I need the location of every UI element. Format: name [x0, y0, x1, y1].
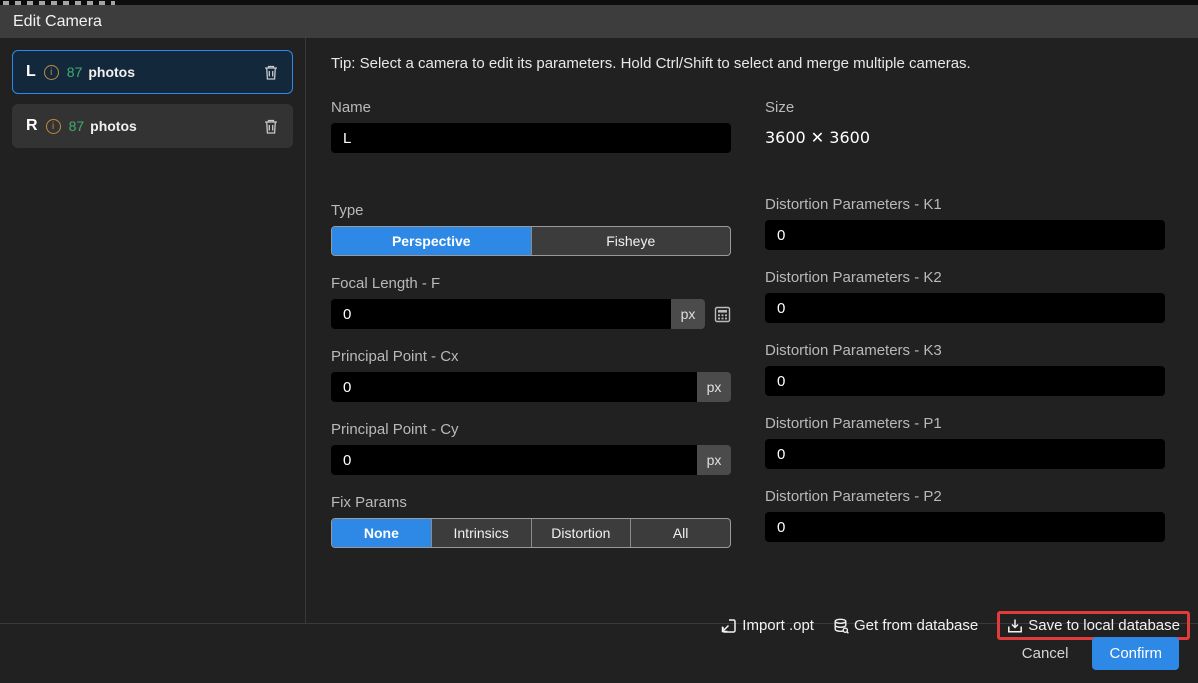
camera-item-R[interactable]: R i 87 photos [12, 104, 293, 148]
calculator-icon [714, 306, 731, 323]
fix-params-label: Fix Params [331, 494, 731, 513]
camera-name: L [26, 63, 36, 81]
distortion-k3-field-group: Distortion Parameters - K3 [765, 342, 1165, 396]
save-to-local-database-label: Save to local database [1028, 617, 1180, 634]
clipped-window-title [0, 0, 1198, 5]
focal-length-field-group: Focal Length - F px [331, 275, 731, 329]
distortion-p2-field-group: Distortion Parameters - P2 [765, 488, 1165, 542]
distortion-p1-label: Distortion Parameters - P1 [765, 415, 1165, 434]
fix-params-option-none[interactable]: None [332, 519, 432, 547]
dialog-header: Edit Camera [0, 5, 1198, 38]
clipped-text-fragment [3, 1, 115, 5]
camera-list-sidebar: L i 87 photos R i 87 photos [0, 38, 306, 623]
get-from-database-label: Get from database [854, 617, 978, 634]
fix-params-option-all[interactable]: All [631, 519, 730, 547]
distortion-p2-input[interactable] [765, 512, 1165, 542]
principal-point-cy-input[interactable] [331, 445, 697, 475]
photo-count-unit: photos [90, 118, 137, 134]
name-input[interactable] [331, 123, 731, 153]
focal-length-input[interactable] [331, 299, 671, 329]
principal-point-cy-field-group: Principal Point - Cy px [331, 421, 731, 475]
px-unit-suffix: px [697, 445, 731, 475]
delete-camera-button[interactable] [263, 118, 279, 135]
edit-camera-dialog: Edit Camera L i 87 photos R i 87 photos [0, 0, 1198, 683]
database-search-icon [833, 618, 849, 634]
type-segmented-control: Perspective Fisheye [331, 226, 731, 256]
distortion-k2-label: Distortion Parameters - K2 [765, 269, 1165, 288]
distortion-p1-field-group: Distortion Parameters - P1 [765, 415, 1165, 469]
camera-name: R [26, 117, 38, 135]
size-label: Size [765, 99, 1165, 118]
distortion-k1-field-group: Distortion Parameters - K1 [765, 196, 1165, 250]
name-label: Name [331, 99, 731, 118]
principal-point-cx-input[interactable] [331, 372, 697, 402]
cancel-button[interactable]: Cancel [1022, 645, 1069, 662]
right-column: Size 3600 ✕ 3600 Distortion Parameters -… [765, 99, 1165, 567]
dialog-body: L i 87 photos R i 87 photos [0, 38, 1198, 623]
type-option-fisheye[interactable]: Fisheye [532, 227, 731, 255]
px-unit-suffix: px [671, 299, 705, 329]
database-actions-row: Import .opt Get from database [331, 611, 1190, 640]
camera-item-L[interactable]: L i 87 photos [12, 50, 293, 94]
photo-count: 87 [67, 64, 83, 80]
principal-point-cx-label: Principal Point - Cx [331, 348, 731, 367]
distortion-p2-label: Distortion Parameters - P2 [765, 488, 1165, 507]
fix-params-segmented-control: None Intrinsics Distortion All [331, 518, 731, 548]
dialog-title: Edit Camera [13, 13, 102, 31]
type-field-group: Type Perspective Fisheye [331, 202, 731, 256]
fix-params-field-group: Fix Params None Intrinsics Distortion Al… [331, 494, 731, 548]
info-circle-icon: i [44, 65, 59, 80]
save-to-local-database-button[interactable]: Save to local database [1007, 617, 1180, 634]
type-label: Type [331, 202, 731, 221]
distortion-k1-label: Distortion Parameters - K1 [765, 196, 1165, 215]
trash-icon [263, 64, 279, 81]
px-unit-suffix: px [697, 372, 731, 402]
focal-length-calculator-button[interactable] [714, 306, 731, 323]
save-download-icon [1007, 618, 1023, 634]
confirm-button[interactable]: Confirm [1092, 637, 1179, 670]
size-field-group: Size 3600 ✕ 3600 [765, 99, 1165, 147]
distortion-p1-input[interactable] [765, 439, 1165, 469]
parameters-form: Name Type Perspective Fisheye Focal [331, 99, 1165, 567]
tip-text: Tip: Select a camera to edit its paramet… [331, 55, 1165, 72]
principal-point-cy-label: Principal Point - Cy [331, 421, 731, 440]
delete-camera-button[interactable] [263, 64, 279, 81]
get-from-database-button[interactable]: Get from database [833, 617, 978, 634]
name-field-group: Name [331, 99, 731, 153]
distortion-k2-field-group: Distortion Parameters - K2 [765, 269, 1165, 323]
principal-point-cx-field-group: Principal Point - Cx px [331, 348, 731, 402]
size-value: 3600 ✕ 3600 [765, 128, 1165, 147]
distortion-k3-label: Distortion Parameters - K3 [765, 342, 1165, 361]
distortion-k3-input[interactable] [765, 366, 1165, 396]
highlight-annotation-box: Save to local database [997, 611, 1190, 640]
photo-count: 87 [69, 118, 85, 134]
distortion-k1-input[interactable] [765, 220, 1165, 250]
camera-parameters-panel: Tip: Select a camera to edit its paramet… [306, 38, 1198, 623]
photo-count-unit: photos [88, 64, 135, 80]
left-column: Name Type Perspective Fisheye Focal [331, 99, 731, 567]
distortion-k2-input[interactable] [765, 293, 1165, 323]
import-opt-button[interactable]: Import .opt [720, 617, 814, 634]
focal-length-label: Focal Length - F [331, 275, 731, 294]
import-icon [720, 618, 737, 634]
trash-icon [263, 118, 279, 135]
import-opt-label: Import .opt [742, 617, 814, 634]
fix-params-option-intrinsics[interactable]: Intrinsics [432, 519, 532, 547]
fix-params-option-distortion[interactable]: Distortion [532, 519, 632, 547]
type-option-perspective[interactable]: Perspective [332, 227, 532, 255]
info-circle-icon: i [46, 119, 61, 134]
